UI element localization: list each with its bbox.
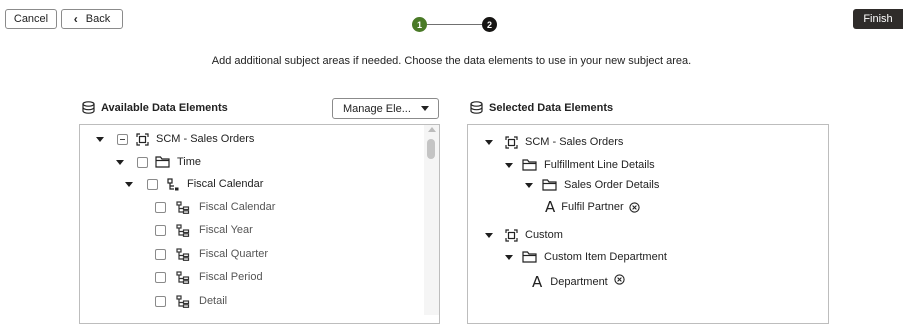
expand-toggle-icon[interactable] <box>485 139 493 145</box>
selected-node-fulfillment-line-details[interactable]: Fulfillment Line Details <box>505 156 655 174</box>
available-panel-title-label: Available Data Elements <box>101 101 228 114</box>
back-button-label: Back <box>85 13 111 25</box>
scrollbar-thumb[interactable] <box>427 139 435 159</box>
expand-toggle-icon[interactable] <box>485 232 493 238</box>
selected-node-custom[interactable]: Custom <box>485 226 563 244</box>
tree-node-level[interactable]: Fiscal Year <box>155 221 253 239</box>
tree-node-label: Fiscal Period <box>199 271 263 283</box>
selected-elements-tree[interactable] <box>467 124 829 324</box>
folder-icon <box>155 156 170 168</box>
subject-area-icon <box>505 135 518 149</box>
attribute-icon: A <box>532 273 543 291</box>
tree-node-fiscal-calendar[interactable]: Fiscal Calendar <box>125 175 263 193</box>
node-checkbox[interactable] <box>155 224 166 236</box>
expand-toggle-icon[interactable] <box>125 181 133 187</box>
tree-node-label: Fulfillment Line Details <box>544 159 655 171</box>
tree-node-label: Fiscal Calendar <box>199 201 276 213</box>
tree-node-label: Sales Order Details <box>564 179 660 191</box>
hierarchy-level-icon <box>176 247 190 261</box>
expand-toggle-icon[interactable] <box>116 159 124 165</box>
attribute-icon: A <box>545 198 556 216</box>
tree-node-label: Custom Item Department <box>544 251 667 263</box>
node-checkbox[interactable] <box>155 201 166 213</box>
tree-node-label: Department <box>550 276 608 288</box>
tree-node-time[interactable]: Time <box>116 153 201 171</box>
expand-toggle-icon[interactable] <box>525 182 533 188</box>
database-icon <box>82 101 95 114</box>
tree-node-level[interactable]: Fiscal Quarter <box>155 245 268 263</box>
tree-node-level[interactable]: Fiscal Period <box>155 268 263 286</box>
hierarchy-level-icon <box>176 270 190 284</box>
node-checkbox[interactable] <box>155 271 166 283</box>
finish-button[interactable]: Finish <box>853 9 903 29</box>
remove-icon[interactable] <box>628 201 640 213</box>
expand-toggle-icon[interactable] <box>505 162 513 168</box>
scroll-up-arrow-icon[interactable] <box>428 127 436 132</box>
step-1-indicator[interactable]: 1 <box>412 17 427 32</box>
tree-node-label: SCM - Sales Orders <box>525 136 624 148</box>
cancel-button[interactable]: Cancel <box>5 9 57 29</box>
tree-node-label: Fulfil Partner <box>561 201 624 213</box>
tree-node-label: Time <box>177 156 202 168</box>
node-checkbox[interactable] <box>137 156 148 168</box>
hierarchy-level-icon <box>176 294 190 308</box>
node-checkbox[interactable] <box>155 295 166 307</box>
hierarchy-icon <box>167 177 180 191</box>
instructions-text: Add additional subject areas if needed. … <box>211 55 692 67</box>
step-2-indicator: 2 <box>482 17 497 32</box>
selected-node-custom-item-department[interactable]: Custom Item Department <box>505 248 667 266</box>
back-button[interactable]: ‹ Back <box>61 9 123 29</box>
subject-area-icon <box>136 132 149 146</box>
subject-area-icon <box>505 228 518 242</box>
tree-node-label: Fiscal Quarter <box>199 248 269 260</box>
database-icon <box>470 101 483 114</box>
folder-icon <box>522 251 537 263</box>
selected-panel-title: Selected Data Elements <box>470 101 613 114</box>
stepper-connector <box>427 24 482 25</box>
folder-icon <box>542 179 557 191</box>
selected-panel-title-label: Selected Data Elements <box>489 101 614 114</box>
chevron-left-icon: ‹ <box>73 12 78 26</box>
tree-node-label: Custom <box>525 229 563 241</box>
tree-node-label: Fiscal Calendar <box>187 178 264 190</box>
hierarchy-level-icon <box>176 200 190 214</box>
tree-node-level[interactable]: Fiscal Calendar <box>155 198 275 216</box>
selected-node-sales-order-details[interactable]: Sales Order Details <box>525 176 659 194</box>
selected-node-fulfil-partner[interactable]: A Fulfil Partner <box>545 198 640 216</box>
manage-elements-label: Manage Ele... <box>343 102 411 115</box>
remove-icon[interactable] <box>614 274 625 285</box>
tree-node-label: SCM - Sales Orders <box>156 133 255 145</box>
folder-icon <box>522 159 537 171</box>
node-checkbox[interactable] <box>155 248 166 260</box>
tree-node-scm-sales-orders[interactable]: SCM - Sales Orders <box>96 130 254 148</box>
tree-node-label: Fiscal Year <box>199 224 253 236</box>
tree-node-label: Detail <box>199 295 228 307</box>
selected-node-department[interactable]: A Department <box>532 273 625 291</box>
tree-node-level[interactable]: Detail <box>155 292 227 310</box>
caret-down-icon <box>421 106 429 111</box>
selected-node-scm-sales-orders[interactable]: SCM - Sales Orders <box>485 133 623 151</box>
hierarchy-level-icon <box>176 223 190 237</box>
expand-toggle-icon[interactable] <box>96 136 104 142</box>
manage-elements-dropdown[interactable]: Manage Ele... <box>332 98 439 119</box>
node-checkbox[interactable] <box>147 178 158 190</box>
expand-toggle-icon[interactable] <box>505 254 513 260</box>
available-panel-title: Available Data Elements <box>82 101 228 114</box>
node-checkbox[interactable] <box>117 133 128 145</box>
